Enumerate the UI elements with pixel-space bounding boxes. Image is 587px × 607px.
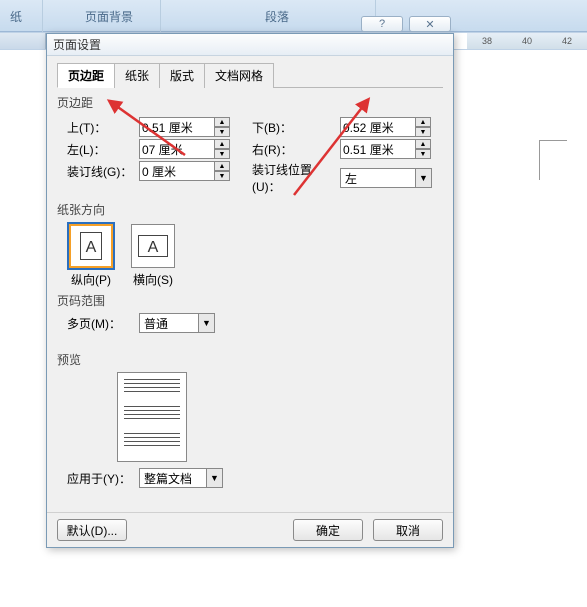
top-spinner[interactable]: ▲▼ xyxy=(139,117,230,137)
preview-thumbnail xyxy=(117,372,187,462)
left-input[interactable] xyxy=(139,139,215,159)
ribbon-divider xyxy=(160,0,161,32)
gutter-spinner[interactable]: ▲▼ xyxy=(139,161,230,181)
ribbon-page-bg[interactable]: 页面背景 xyxy=(85,8,133,25)
tab-grid[interactable]: 文档网格 xyxy=(204,63,274,88)
landscape-label: 横向(S) xyxy=(131,271,175,288)
page-setup-dialog: ? ✕ 页面设置 页边距 纸张 版式 文档网格 页边距 上(T)： ▲▼ 左(L… xyxy=(46,33,454,548)
tab-paper[interactable]: 纸张 xyxy=(114,63,160,88)
up-icon[interactable]: ▲ xyxy=(215,139,230,149)
dialog-title: 页面设置 xyxy=(47,34,453,56)
cancel-button[interactable]: 取消 xyxy=(373,519,443,541)
up-icon[interactable]: ▲ xyxy=(215,161,230,171)
gutter-input[interactable] xyxy=(139,161,215,181)
help-button[interactable]: ? xyxy=(361,16,403,32)
ribbon-divider xyxy=(42,0,43,32)
chevron-down-icon[interactable]: ▼ xyxy=(207,468,223,488)
top-label: 上(T)： xyxy=(67,119,139,136)
right-spinner[interactable]: ▲▼ xyxy=(340,139,431,159)
down-icon[interactable]: ▼ xyxy=(416,149,431,159)
left-label: 左(L)： xyxy=(67,141,139,158)
multipage-label: 多页(M)： xyxy=(67,315,139,332)
down-icon[interactable]: ▼ xyxy=(215,171,230,181)
ribbon-paper: 纸 xyxy=(10,8,22,25)
bottom-input[interactable] xyxy=(340,117,416,137)
top-input[interactable] xyxy=(139,117,215,137)
apply-to-value: 整篇文档 xyxy=(139,468,207,488)
tab-strip: 页边距 纸张 版式 文档网格 xyxy=(57,62,443,88)
down-icon[interactable]: ▼ xyxy=(215,127,230,137)
ruler-mark: 38 xyxy=(482,36,492,46)
svg-text:A: A xyxy=(148,239,159,256)
orientation-landscape[interactable]: A xyxy=(131,224,175,268)
dialog-title-text: 页面设置 xyxy=(53,36,101,53)
gutterpos-value: 左 xyxy=(340,168,416,188)
svg-text:A: A xyxy=(86,239,97,256)
bottom-label: 下(B)： xyxy=(252,119,340,136)
multipage-value: 普通 xyxy=(139,313,199,333)
landscape-page-icon: A xyxy=(138,235,168,257)
ruler-marks: 38 40 42 xyxy=(467,33,587,49)
group-margins-label: 页边距 xyxy=(57,94,443,111)
group-orientation-label: 纸张方向 xyxy=(57,201,443,218)
ribbon-paragraph[interactable]: 段落 xyxy=(265,8,289,25)
group-preview-label: 预览 xyxy=(57,351,443,368)
tab-margins[interactable]: 页边距 xyxy=(57,63,115,88)
close-button[interactable]: ✕ xyxy=(409,16,451,32)
up-icon[interactable]: ▲ xyxy=(416,117,431,127)
document-corner xyxy=(539,140,567,180)
right-input[interactable] xyxy=(340,139,416,159)
gutterpos-label: 装订线位置(U)： xyxy=(252,161,340,195)
apply-to-label: 应用于(Y)： xyxy=(67,470,139,487)
portrait-label: 纵向(P) xyxy=(69,271,113,288)
chevron-down-icon[interactable]: ▼ xyxy=(416,168,432,188)
gutter-label: 装订线(G)： xyxy=(67,163,139,180)
down-icon[interactable]: ▼ xyxy=(215,149,230,159)
up-icon[interactable]: ▲ xyxy=(416,139,431,149)
ruler-mark: 42 xyxy=(562,36,572,46)
up-icon[interactable]: ▲ xyxy=(215,117,230,127)
multipage-select[interactable]: 普通▼ xyxy=(139,313,215,333)
tab-layout[interactable]: 版式 xyxy=(159,63,205,88)
ruler-mark: 40 xyxy=(522,36,532,46)
bottom-spinner[interactable]: ▲▼ xyxy=(340,117,431,137)
down-icon[interactable]: ▼ xyxy=(416,127,431,137)
ok-button[interactable]: 确定 xyxy=(293,519,363,541)
right-label: 右(R)： xyxy=(252,141,340,158)
chevron-down-icon[interactable]: ▼ xyxy=(199,313,215,333)
portrait-page-icon: A xyxy=(80,232,102,260)
ruler-left-cap xyxy=(0,33,46,49)
ribbon: 纸 页面背景 段落 xyxy=(0,0,587,32)
orientation-portrait[interactable]: A xyxy=(69,224,113,268)
group-pages-label: 页码范围 xyxy=(57,292,443,309)
default-button[interactable]: 默认(D)... xyxy=(57,519,127,541)
left-spinner[interactable]: ▲▼ xyxy=(139,139,230,159)
apply-to-select[interactable]: 整篇文档▼ xyxy=(139,468,223,488)
gutterpos-select[interactable]: 左▼ xyxy=(340,168,432,188)
